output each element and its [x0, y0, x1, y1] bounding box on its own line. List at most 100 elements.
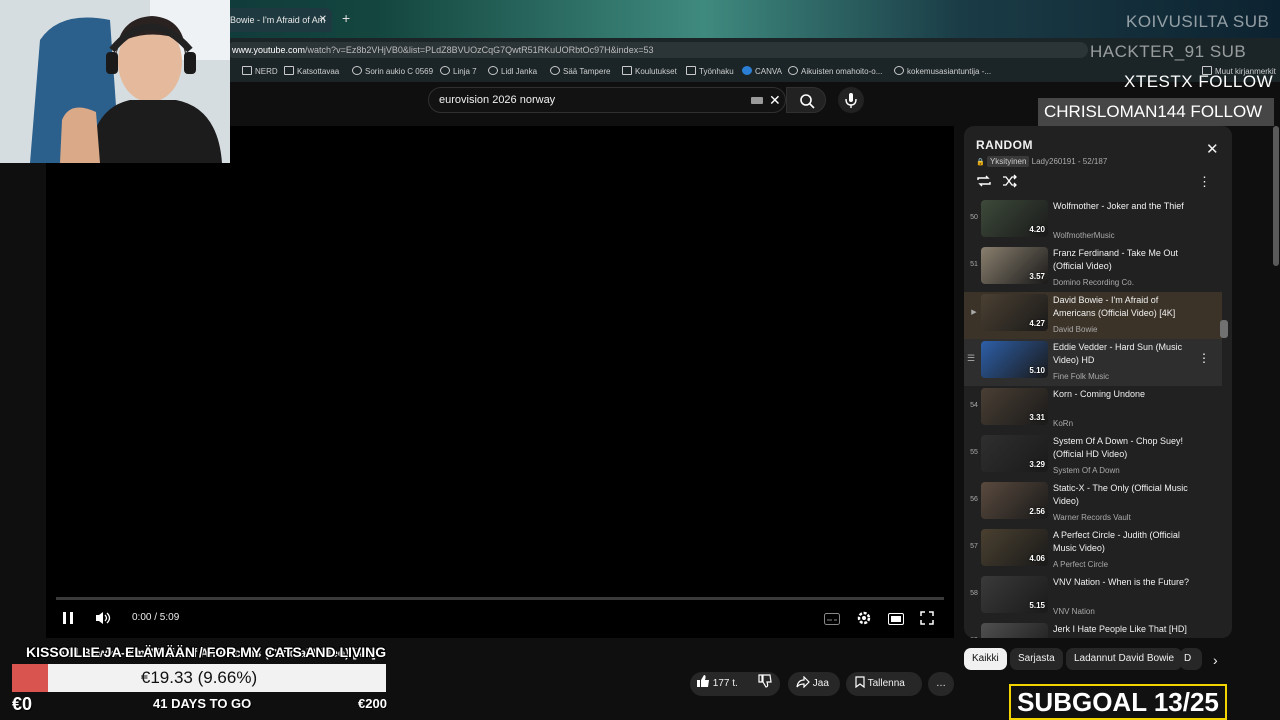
playlist-item[interactable]: ▶ 4.27 David Bowie - I'm Afraid of America… — [964, 292, 1222, 339]
search-button[interactable] — [786, 87, 826, 113]
bookmark-label: kokemusasiantuntija -... — [907, 67, 992, 76]
playlist-item[interactable]: 58 5.15 VNV Nation - When is the Future? VN… — [964, 574, 1222, 621]
drag-handle-icon[interactable]: ☰ — [967, 353, 975, 364]
playlist-item-channel[interactable]: Domino Recording Co. — [1053, 278, 1134, 287]
bookmark-link[interactable]: Aikuisten omahoito-o... — [788, 66, 882, 76]
loop-icon[interactable] — [976, 174, 992, 188]
playlist-item-index: 58 — [970, 590, 978, 597]
bookmark-label: Työnhaku — [699, 67, 734, 76]
search-input[interactable]: eurovision 2026 norway ✕ — [428, 87, 786, 113]
overlay-follow-alert: XTESTX FOLLOW — [1124, 72, 1274, 91]
pause-button[interactable] — [62, 611, 74, 630]
video-thumbnail[interactable]: 4.06 — [981, 529, 1048, 566]
bookmark-folder[interactable]: Koulutukset — [622, 66, 677, 76]
bookmark-link[interactable]: CANVA — [742, 66, 782, 76]
playlist-item-channel[interactable]: KoRn — [1053, 419, 1073, 428]
playlist-item[interactable]: 59 Jerk I Hate People Like That [HD] — [964, 621, 1222, 638]
playlist-item[interactable]: 55 3.29 System Of A Down - Chop Suey! (Off… — [964, 433, 1222, 480]
settings-button[interactable] — [856, 610, 872, 631]
progress-bar[interactable] — [56, 597, 944, 600]
playlist-item[interactable]: 50 4.20 Wolfmother - Joker and the Thief Wo… — [964, 198, 1222, 245]
chip-uploader[interactable]: Ladannut David Bowie — [1066, 648, 1183, 670]
playlist-item-title[interactable]: Wolfmother - Joker and the Thief — [1053, 200, 1191, 213]
volume-button[interactable] — [94, 610, 112, 631]
playlist-item-title[interactable]: Korn - Coming Undone — [1053, 388, 1191, 401]
playlist-item-title[interactable]: System Of A Down - Chop Suey! (Official … — [1053, 435, 1191, 461]
new-tab-button[interactable]: + — [342, 10, 350, 26]
voice-search-button[interactable] — [838, 87, 864, 113]
thumbs-down-icon — [758, 674, 772, 688]
chip-partial[interactable]: D — [1180, 648, 1202, 670]
playlist-item-channel[interactable]: David Bowie — [1053, 325, 1097, 334]
video-thumbnail[interactable]: 3.57 — [981, 247, 1048, 284]
playlist-item-channel[interactable]: System Of A Down — [1053, 466, 1120, 475]
playlist-item-channel[interactable]: A Perfect Circle — [1053, 560, 1108, 569]
playlist-item-channel[interactable]: VNV Nation — [1053, 607, 1095, 616]
video-duration: 2.56 — [1029, 507, 1045, 516]
video-thumbnail[interactable]: 4.20 — [981, 200, 1048, 237]
playlist-scrollbar[interactable] — [1220, 320, 1228, 338]
bookmark-folder[interactable]: Katsottavaa — [284, 66, 339, 76]
playlist-item[interactable]: 56 2.56 Static-X - The Only (Official Musi… — [964, 480, 1222, 527]
chip-from-series[interactable]: Sarjasta — [1010, 648, 1063, 670]
playlist-item-index: 59 — [968, 637, 980, 638]
theater-mode-button[interactable] — [888, 612, 904, 630]
share-button[interactable]: Jaa — [788, 672, 840, 696]
close-playlist-icon[interactable]: ✕ — [1206, 140, 1219, 158]
video-thumbnail[interactable]: 4.27 — [981, 294, 1048, 331]
video-thumbnail[interactable]: 3.31 — [981, 388, 1048, 425]
playlist-item[interactable]: 5.10 Eddie Vedder - Hard Sun (Music Video… — [964, 339, 1222, 386]
google-icon — [894, 66, 904, 75]
browser-tab[interactable]: Bowie - I'm Afraid of Am ✕ — [222, 8, 332, 32]
bookmark-link[interactable]: Sää Tampere — [550, 66, 610, 76]
video-thumbnail[interactable]: 5.15 — [981, 576, 1048, 613]
playlist-item[interactable]: 57 4.06 A Perfect Circle - Judith (Officia… — [964, 527, 1222, 574]
video-thumbnail[interactable]: 3.29 — [981, 435, 1048, 472]
search-icon — [800, 94, 815, 109]
overlay-sub-alert-2: HACKTER_91 SUB — [1090, 42, 1247, 61]
google-icon — [550, 66, 560, 75]
playlist-item-channel[interactable]: Warner Records Vault — [1053, 513, 1131, 522]
playlist-item[interactable]: 54 3.31 Korn - Coming Undone KoRn — [964, 386, 1222, 433]
folder-icon — [686, 66, 696, 75]
playlist-item-channel[interactable]: WolfmotherMusic — [1053, 231, 1115, 240]
dislike-button[interactable] — [758, 672, 772, 696]
video-duration: 5.15 — [1029, 601, 1045, 610]
subtitles-button[interactable] — [824, 612, 840, 630]
playlist-item-title[interactable]: David Bowie - I'm Afraid of Americans (O… — [1053, 294, 1191, 320]
shuffle-icon[interactable] — [1002, 174, 1018, 188]
playlist-item-title[interactable]: Franz Ferdinand - Take Me Out (Official … — [1053, 247, 1191, 273]
bookmark-link[interactable]: Lidl Janka — [488, 66, 537, 76]
video-thumbnail[interactable]: 5.10 — [981, 341, 1048, 378]
playlist-item-title[interactable]: Jerk I Hate People Like That [HD] — [1053, 623, 1191, 636]
playlist-item-title[interactable]: Static-X - The Only (Official Music Vide… — [1053, 482, 1191, 508]
bookmark-folder[interactable]: Työnhaku — [686, 66, 734, 76]
item-menu-icon[interactable]: ⋮ — [1198, 351, 1210, 365]
playlist-meta: 🔒 Yksityinen Lady260191 - 52/187 — [976, 156, 1107, 167]
page-scrollbar[interactable] — [1273, 126, 1279, 266]
keyboard-icon[interactable] — [751, 97, 763, 104]
bookmark-link[interactable]: Sorin aukio C 0569 — [352, 66, 433, 76]
bookmark-folder[interactable]: NERD — [242, 66, 278, 76]
subgoal-counter: SUBGOAL 13/25 — [1009, 684, 1227, 720]
url-field[interactable]: www.youtube.com/watch?v=Ez8b2VHjVB0&list… — [226, 42, 1088, 58]
chevron-right-icon[interactable]: › — [1213, 652, 1218, 668]
video-thumbnail[interactable] — [981, 623, 1048, 638]
playlist-menu-icon[interactable]: ⋮ — [1198, 174, 1211, 190]
fullscreen-button[interactable] — [920, 611, 934, 630]
playlist-item-title[interactable]: A Perfect Circle - Judith (Official Musi… — [1053, 529, 1191, 555]
video-player[interactable] — [46, 126, 954, 638]
bookmark-link[interactable]: Linja 7 — [440, 66, 477, 76]
like-button[interactable]: 177 t. — [696, 672, 738, 696]
save-button[interactable]: Tallenna — [846, 672, 922, 696]
bookmark-link[interactable]: kokemusasiantuntija -... — [894, 66, 991, 76]
playlist-item-title[interactable]: VNV Nation - When is the Future? — [1053, 576, 1191, 589]
tab-close-icon[interactable]: ✕ — [319, 8, 327, 32]
chip-all[interactable]: Kaikki — [964, 648, 1007, 670]
video-thumbnail[interactable]: 2.56 — [981, 482, 1048, 519]
clear-search-icon[interactable]: ✕ — [769, 92, 781, 109]
more-actions-button[interactable]: … — [928, 672, 954, 696]
playlist-item[interactable]: 51 3.57 Franz Ferdinand - Take Me Out (Off… — [964, 245, 1222, 292]
playlist-item-channel[interactable]: Fine Folk Music — [1053, 372, 1109, 381]
playlist-item-title[interactable]: Eddie Vedder - Hard Sun (Music Video) HD — [1053, 341, 1191, 367]
